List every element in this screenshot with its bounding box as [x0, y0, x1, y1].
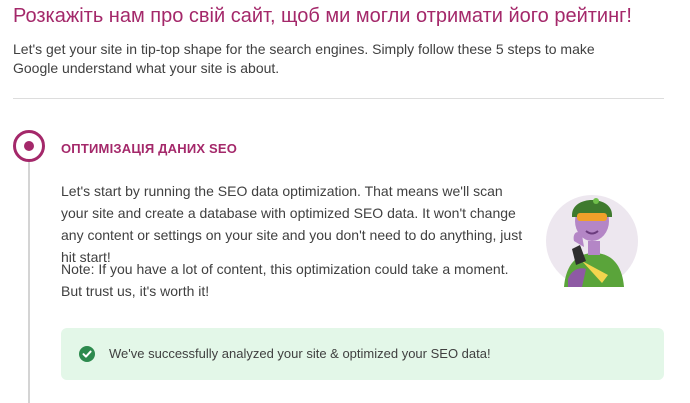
intro-text: Let's get your site in tip-top shape for…: [13, 41, 595, 76]
step-description: Let's start by running the SEO data opti…: [61, 183, 523, 265]
timeline-line: [28, 160, 30, 403]
check-circle-icon: [79, 346, 95, 362]
step-indicator-icon: [13, 130, 45, 162]
step-title: ОПТИМІЗАЦІЯ ДАНИХ SEO: [61, 141, 238, 156]
page-title: Розкажіть нам про свій сайт, щоб ми могл…: [13, 5, 632, 27]
success-alert: We've successfully analyzed your site & …: [61, 328, 664, 380]
step-dot: [24, 141, 34, 151]
step-note: Note: If you have a lot of content, this…: [61, 261, 509, 299]
divider: [13, 98, 664, 99]
character-illustration-icon: [542, 183, 642, 288]
success-message: We've successfully analyzed your site & …: [109, 346, 491, 361]
